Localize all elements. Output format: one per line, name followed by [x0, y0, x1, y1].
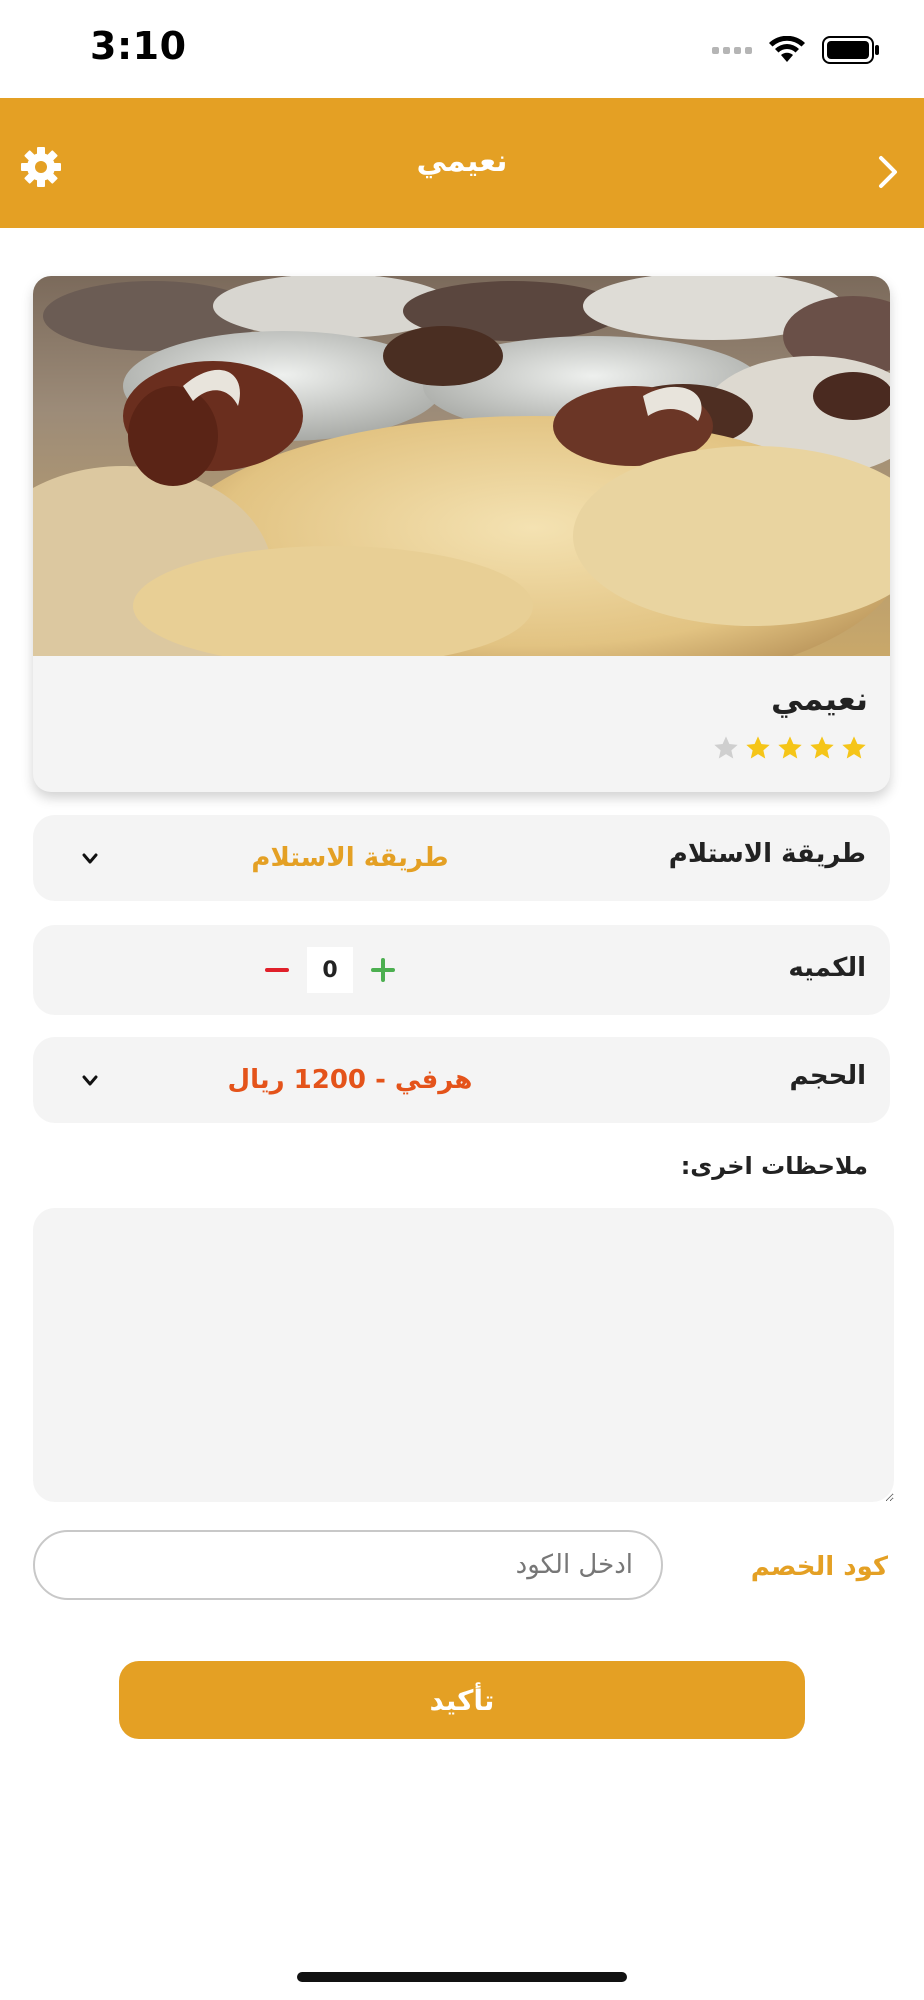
quantity-stepper: 0 [265, 947, 395, 993]
coupon-input[interactable] [33, 1530, 663, 1600]
star-filled-icon [744, 734, 772, 762]
page-title: نعيمي [416, 144, 508, 179]
delivery-method-label: طريقة الاستلام [668, 839, 866, 869]
status-icons [712, 34, 880, 66]
battery-icon [822, 36, 880, 64]
notes-label: ملاحظات اخرى: [680, 1152, 868, 1180]
quantity-row: الكميه 0 [33, 925, 890, 1015]
star-filled-icon [840, 734, 868, 762]
back-chevron-right-icon[interactable] [872, 152, 904, 192]
product-image [33, 276, 890, 696]
chevron-down-icon[interactable] [81, 1073, 99, 1087]
star-filled-icon [808, 734, 836, 762]
product-name: نعيمي [771, 680, 868, 718]
gear-icon[interactable] [20, 146, 62, 188]
confirm-button[interactable]: تأكيد [119, 1661, 805, 1739]
star-filled-icon [776, 734, 804, 762]
plus-icon[interactable] [371, 958, 395, 982]
home-indicator [297, 1972, 627, 1982]
delivery-method-select[interactable]: طريقة الاستلام طريقة الاستلام [33, 815, 890, 901]
size-value: هرفي - 1200 ريال [227, 1065, 473, 1095]
chevron-down-icon[interactable] [81, 851, 99, 865]
notes-textarea[interactable] [33, 1208, 894, 1502]
status-time: 3:10 [90, 24, 187, 68]
quantity-label: الكميه [788, 953, 866, 983]
size-label: الحجم [789, 1061, 866, 1091]
product-card[interactable]: نعيمي [33, 276, 890, 792]
star-empty-icon [712, 734, 740, 762]
wifi-icon [768, 36, 806, 64]
size-select[interactable]: الحجم هرفي - 1200 ريال [33, 1037, 890, 1123]
status-bar: 3:10 [0, 0, 924, 98]
minus-icon[interactable] [265, 968, 289, 972]
delivery-method-value: طريقة الاستلام [251, 843, 449, 873]
app-header: نعيمي [0, 98, 924, 228]
rating-stars [712, 734, 868, 762]
quantity-value: 0 [307, 947, 353, 993]
signal-dots-icon [712, 46, 752, 54]
coupon-label: كود الخصم [750, 1552, 888, 1582]
